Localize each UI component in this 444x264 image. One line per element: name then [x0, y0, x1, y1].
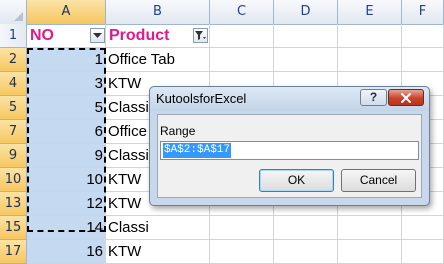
- cell-no[interactable]: 3: [27, 72, 106, 96]
- ok-button[interactable]: OK: [259, 169, 334, 192]
- filter-dropdown-b[interactable]: [193, 28, 208, 43]
- cell-empty[interactable]: [274, 48, 338, 72]
- help-button[interactable]: ?: [360, 89, 387, 106]
- cell-d1[interactable]: [274, 24, 338, 48]
- column-header-b[interactable]: B: [106, 0, 210, 24]
- cell-no[interactable]: 14: [27, 216, 106, 240]
- cell-empty[interactable]: [338, 48, 402, 72]
- dialog-titlebar[interactable]: KutoolsforExcel ?: [150, 87, 429, 111]
- filter-funnel-icon: [195, 30, 206, 40]
- cell-empty[interactable]: [210, 216, 274, 240]
- row-header-10[interactable]: 10: [0, 168, 27, 192]
- row-header-13[interactable]: 13: [0, 192, 27, 216]
- cell-e1[interactable]: [338, 24, 402, 48]
- cell-empty[interactable]: [210, 48, 274, 72]
- cell-no[interactable]: 9: [27, 144, 106, 168]
- close-icon: [401, 92, 411, 103]
- chevron-down-icon: [93, 32, 102, 38]
- filter-dropdown-a[interactable]: [90, 28, 105, 43]
- cell-product[interactable]: Office Tab: [106, 48, 210, 72]
- row-header-4[interactable]: 4: [0, 72, 27, 96]
- cell-empty[interactable]: [402, 48, 444, 72]
- range-input-value: $A$2:$A$17: [163, 143, 232, 158]
- row-header-5[interactable]: 5: [0, 96, 27, 120]
- column-header-row: A B C D E F: [0, 0, 444, 25]
- cell-no[interactable]: 6: [27, 120, 106, 144]
- row-header-2[interactable]: 2: [0, 48, 27, 72]
- cell-empty[interactable]: [402, 216, 444, 240]
- header-no-label: NO: [30, 27, 54, 44]
- row-header-9[interactable]: 9: [0, 144, 27, 168]
- cell-no[interactable]: 1: [27, 48, 106, 72]
- range-label: Range: [160, 124, 196, 138]
- cell-no[interactable]: 12: [27, 192, 106, 216]
- cell-no[interactable]: 5: [27, 96, 106, 120]
- cell-no[interactable]: 10: [27, 168, 106, 192]
- cell-empty[interactable]: [274, 216, 338, 240]
- column-header-a[interactable]: A: [27, 0, 106, 24]
- column-header-c[interactable]: C: [210, 0, 274, 24]
- range-input[interactable]: $A$2:$A$17: [160, 141, 419, 160]
- column-header-f[interactable]: F: [402, 0, 444, 24]
- row-header-15[interactable]: 15: [0, 216, 27, 240]
- dialog-title: KutoolsforExcel: [156, 91, 247, 106]
- column-header-d[interactable]: D: [274, 0, 338, 24]
- cell-empty[interactable]: [338, 216, 402, 240]
- cell-product[interactable]: Classi: [106, 216, 210, 240]
- select-all-button[interactable]: [0, 0, 27, 24]
- cancel-button[interactable]: Cancel: [341, 169, 416, 192]
- cell-f1[interactable]: [402, 24, 444, 48]
- kutools-range-dialog: KutoolsforExcel ? Range $A$2:$A$17 OK Ca…: [149, 86, 430, 206]
- cell-c1[interactable]: [210, 24, 274, 48]
- column-header-e[interactable]: E: [338, 0, 402, 24]
- close-button[interactable]: [388, 89, 424, 106]
- row-header-1[interactable]: 1: [0, 24, 27, 48]
- header-product-label: Product: [109, 27, 170, 44]
- row-header-7[interactable]: 7: [0, 120, 27, 144]
